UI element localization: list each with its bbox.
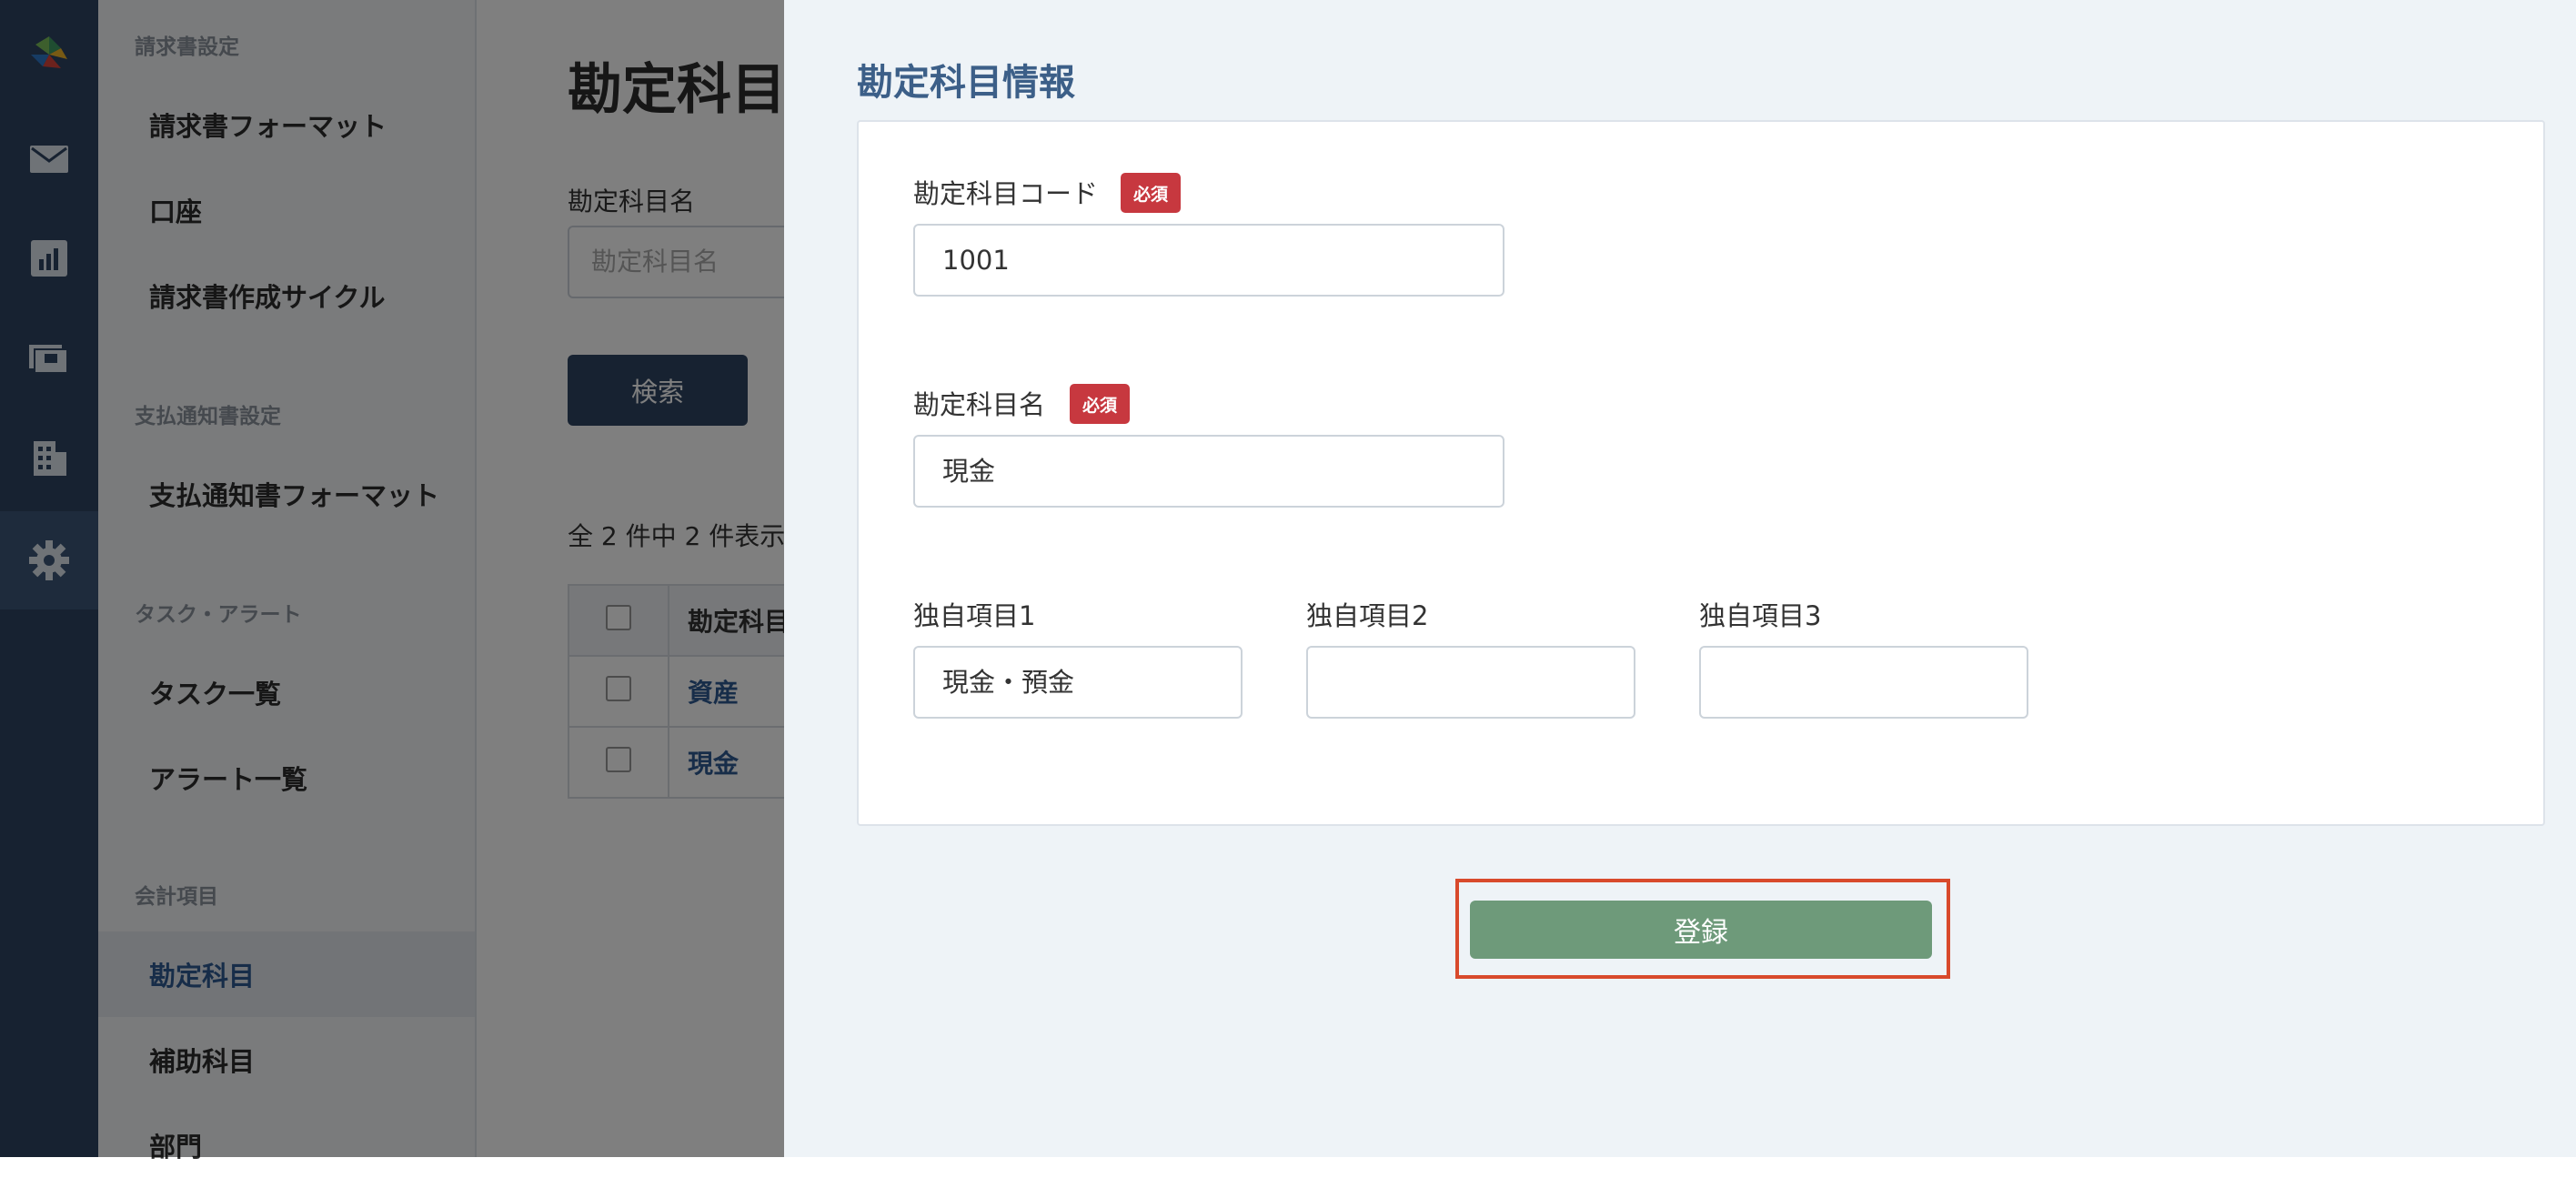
custom2-label: 独自項目2 [1306, 600, 1429, 631]
form-card: 勘定科目コード 必須 1001 勘定科目名 必須 現金 独自項目1 現金・預金 … [857, 120, 2545, 826]
account-detail-panel: 勘定科目情報 勘定科目コード 必須 1001 勘定科目名 必須 現金 独自項目1… [784, 0, 2576, 1157]
custom1-label: 独自項目1 [913, 600, 1036, 631]
register-button[interactable]: 登録 [1470, 901, 1932, 959]
panel-title: 勘定科目情報 [857, 62, 1075, 104]
name-label: 勘定科目名 [913, 389, 1046, 420]
account-code-input[interactable]: 1001 [913, 224, 1504, 297]
custom2-input[interactable] [1306, 646, 1635, 719]
required-badge: 必須 [1121, 173, 1182, 213]
custom3-input[interactable] [1699, 646, 2028, 719]
code-label: 勘定科目コード [913, 178, 1099, 209]
required-badge: 必須 [1070, 384, 1131, 424]
custom1-input[interactable]: 現金・預金 [913, 646, 1243, 719]
account-name-input[interactable]: 現金 [913, 435, 1504, 508]
custom3-label: 独自項目3 [1699, 600, 1822, 631]
